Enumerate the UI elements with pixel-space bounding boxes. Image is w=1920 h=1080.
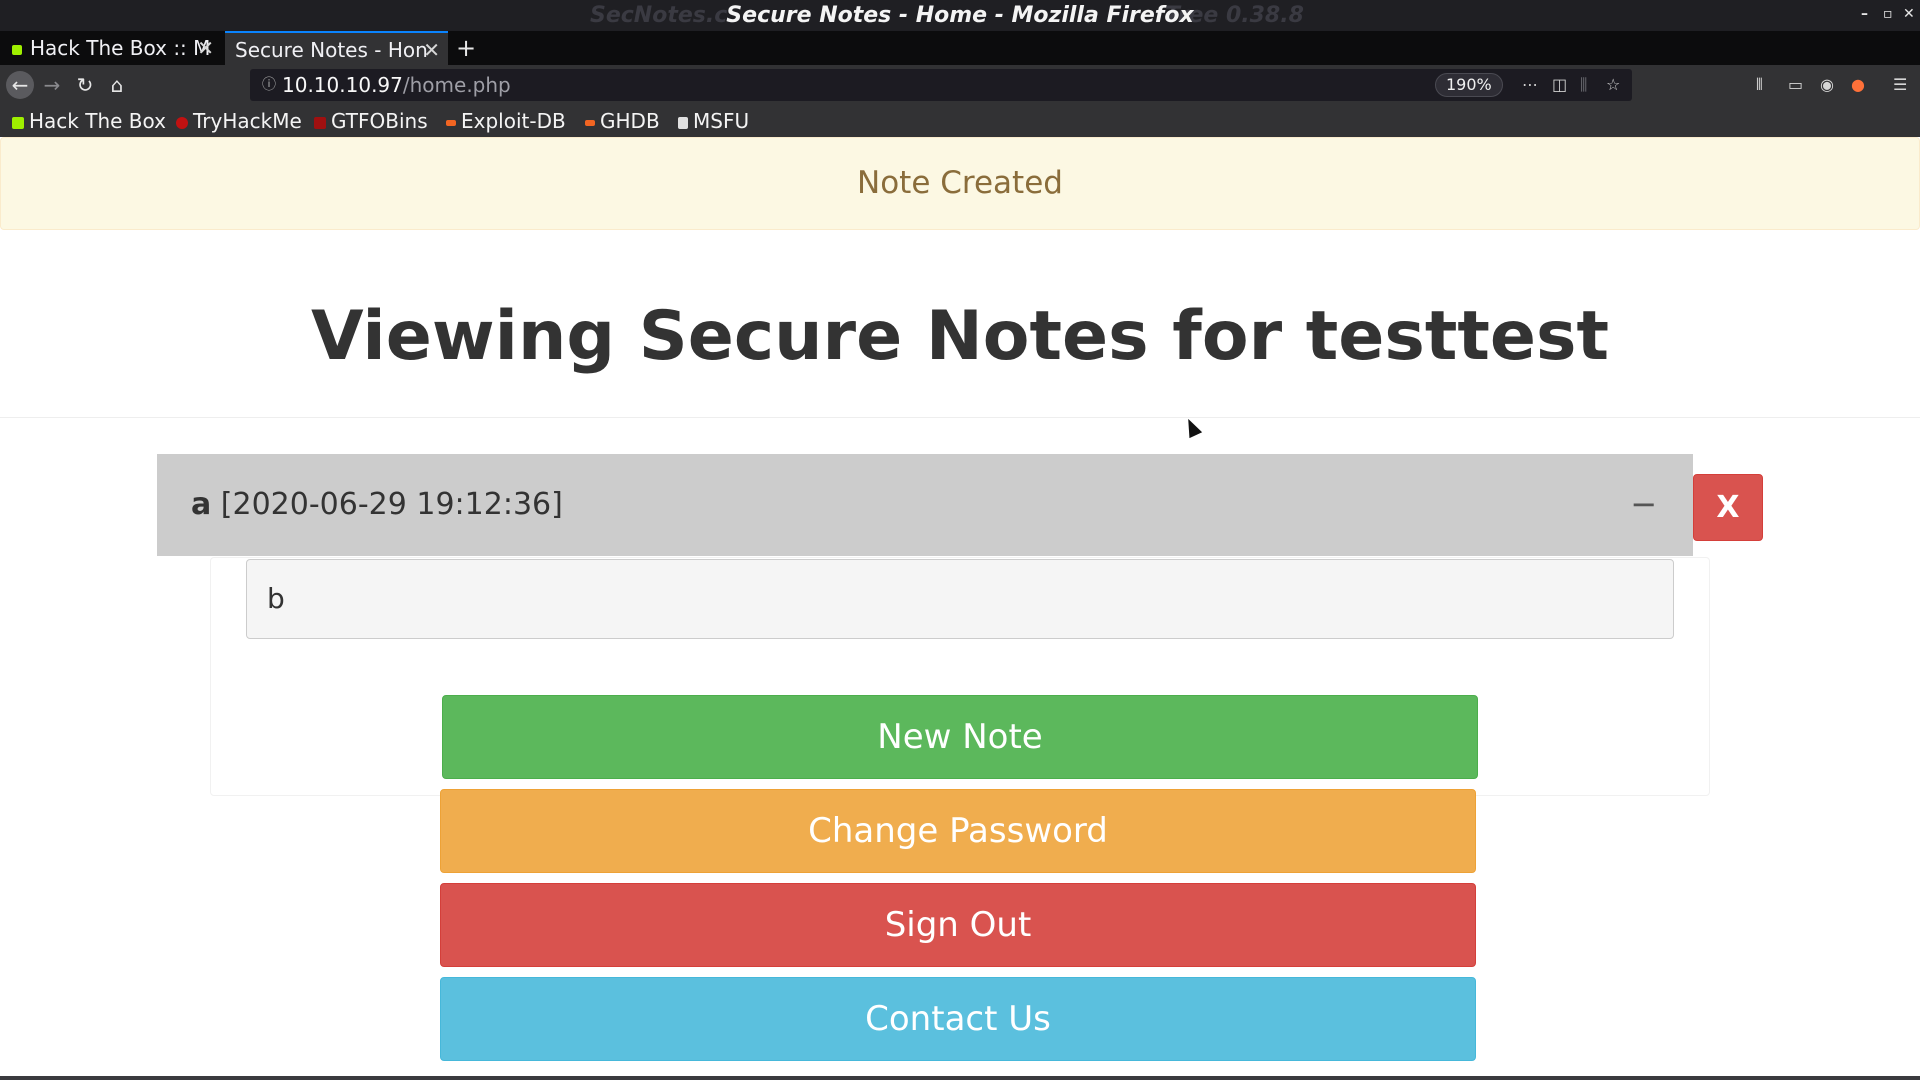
reader-view-icon: ⫼ xyxy=(1580,75,1588,94)
page-content: Note Created Viewing Secure Notes for te… xyxy=(0,137,1920,1080)
pocket-icon[interactable]: ◫ xyxy=(1552,69,1567,101)
tab-label: Hack The Box :: M xyxy=(30,36,211,60)
new-note-button[interactable]: New Note xyxy=(442,695,1478,779)
maximize-button[interactable]: ▫ xyxy=(1883,6,1893,22)
contact-us-button[interactable]: Contact Us xyxy=(440,977,1476,1061)
back-arrow-icon[interactable]: ← xyxy=(6,71,34,99)
delete-note-button[interactable]: X xyxy=(1693,474,1763,541)
page-heading: Viewing Secure Notes for testtest xyxy=(0,297,1920,377)
bottom-edge xyxy=(0,1076,1920,1080)
bookmark-label: Exploit-DB xyxy=(461,109,566,133)
url-bar[interactable]: ⓘ 10.10.10.97/home.php 190% ⋯ ◫ ⫼ ☆ xyxy=(250,69,1632,101)
tab-bar: Hack The Box :: M ✕ Secure Notes - Hon ✕ xyxy=(0,31,1920,65)
bookmark-hack-the-box[interactable]: Hack The Box xyxy=(12,105,166,137)
new-tab-button[interactable]: + xyxy=(456,31,476,65)
tab-hack-the-box[interactable]: Hack The Box :: M ✕ xyxy=(0,31,222,65)
bookmark-label: MSFU xyxy=(693,109,750,133)
close-window-button[interactable]: ✕ xyxy=(1903,6,1915,22)
bookmark-label: GTFOBins xyxy=(331,109,428,133)
hackthebox-favicon-icon xyxy=(12,44,22,55)
change-password-button[interactable]: Change Password xyxy=(440,789,1476,873)
hackthebox-icon xyxy=(12,116,24,129)
bookmarks-toolbar: Hack The Box TryHackMe GTFOBins Exploit-… xyxy=(0,105,1920,137)
tab-secure-notes[interactable]: Secure Notes - Hon ✕ xyxy=(225,31,448,65)
url-path: /home.php xyxy=(402,73,511,97)
note-header[interactable]: a [2020-06-29 19:12:36] − xyxy=(157,454,1693,556)
navigation-toolbar: ← → ↻ ⌂ ⓘ 10.10.10.97/home.php 190% ⋯ ◫ … xyxy=(0,65,1920,105)
home-icon[interactable]: ⌂ xyxy=(103,71,131,99)
close-tab-icon[interactable]: ✕ xyxy=(197,31,214,65)
bookmark-exploit-db[interactable]: Exploit-DB xyxy=(446,105,566,137)
bookmark-ghdb[interactable]: GHDB xyxy=(585,105,660,137)
note-body: b xyxy=(246,559,1674,639)
forward-arrow-icon[interactable]: → xyxy=(38,71,66,99)
sign-out-button[interactable]: Sign Out xyxy=(440,883,1476,967)
bookmark-gtfobins[interactable]: GTFOBins xyxy=(314,105,428,137)
exploit-db-icon xyxy=(446,119,456,126)
tryhackme-icon xyxy=(176,116,188,129)
account-icon[interactable]: ◉ xyxy=(1820,71,1834,99)
bookmark-label: GHDB xyxy=(600,109,660,133)
gtfobins-icon xyxy=(314,116,326,129)
firefox-extension-icon[interactable]: ● xyxy=(1851,71,1865,99)
bookmark-tryhackme[interactable]: TryHackMe xyxy=(176,105,302,137)
msfu-icon xyxy=(678,116,688,129)
heading-prefix: Viewing Secure Notes for xyxy=(310,297,1306,376)
alert-note-created: Note Created xyxy=(0,137,1920,230)
tab-label: Secure Notes - Hon xyxy=(235,38,428,62)
title-ghost-left: SecNotes.c xyxy=(590,3,728,28)
window-titlebar: SecNotes.c Secure Notes - Home - Mozilla… xyxy=(0,0,1920,31)
window-title: Secure Notes - Home - Mozilla Firefox xyxy=(726,3,1194,28)
sidebar-icon[interactable]: ▭ xyxy=(1788,71,1803,99)
minimize-button[interactable]: – xyxy=(1861,6,1868,22)
url-host: 10.10.10.97 xyxy=(282,73,403,97)
ghdb-icon xyxy=(585,119,595,126)
close-tab-icon[interactable]: ✕ xyxy=(423,33,440,65)
library-icon[interactable]: ⫴ xyxy=(1756,71,1763,99)
bookmark-msfu[interactable]: MSFU xyxy=(678,105,749,137)
heading-username: testtest xyxy=(1305,297,1610,376)
site-info-icon[interactable]: ⓘ xyxy=(262,69,276,101)
bookmark-label: TryHackMe xyxy=(193,109,302,133)
page-actions-icon[interactable]: ⋯ xyxy=(1522,69,1538,101)
reload-icon[interactable]: ↻ xyxy=(71,71,99,99)
heading-divider xyxy=(0,417,1920,418)
collapse-minus-icon[interactable]: − xyxy=(1630,454,1657,554)
zoom-level-badge[interactable]: 190% xyxy=(1435,73,1503,97)
hamburger-menu-icon[interactable]: ☰ xyxy=(1893,71,1907,99)
note-timestamp: [2020-06-29 19:12:36] xyxy=(220,487,563,522)
url-text: 10.10.10.97/home.php xyxy=(282,69,511,101)
note-title: a xyxy=(191,487,212,522)
bookmark-star-icon[interactable]: ☆ xyxy=(1606,69,1620,101)
bookmark-label: Hack The Box xyxy=(29,109,166,133)
